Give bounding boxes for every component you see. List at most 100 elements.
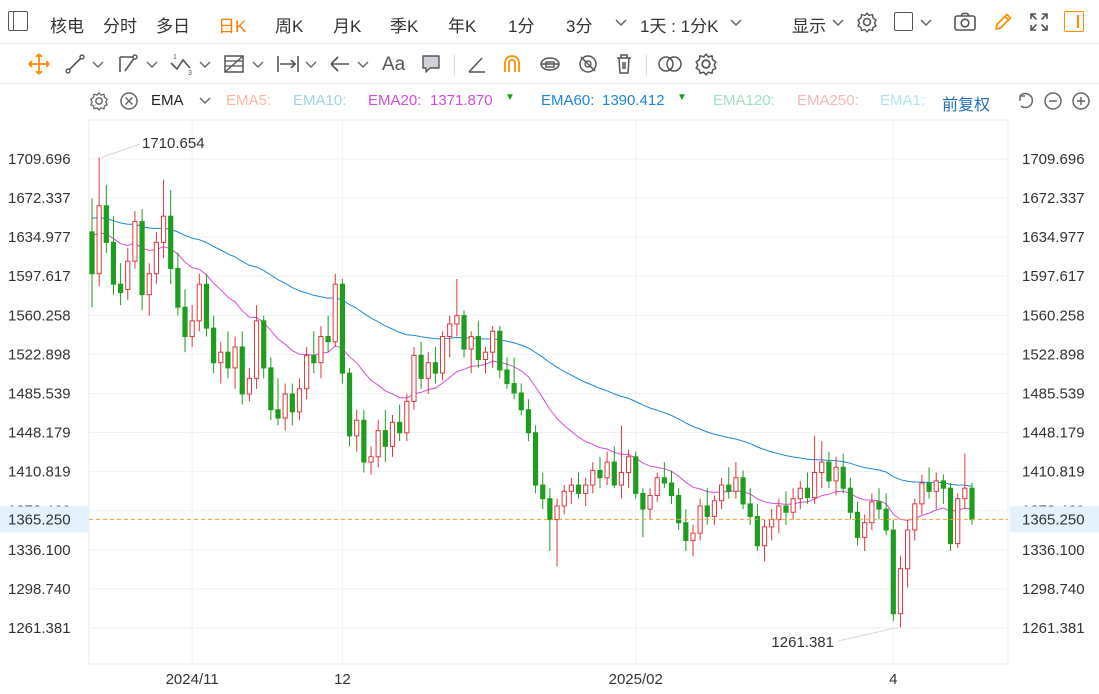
y-tick-label-right: 1448.179 (1022, 425, 1085, 442)
candle (711, 495, 718, 525)
comment-bubble-icon[interactable] (420, 53, 442, 75)
candle (461, 310, 467, 358)
high-leader-line (100, 143, 141, 159)
trash-icon[interactable] (613, 52, 635, 76)
fullscreen-icon[interactable] (1028, 11, 1050, 33)
candle-body (926, 482, 932, 492)
candle (883, 493, 889, 536)
y-tick-label-right: 1709.696 (1022, 151, 1085, 168)
candle (339, 278, 346, 384)
wave-chevron-icon[interactable] (199, 60, 211, 70)
interval-chevron-icon[interactable] (729, 16, 743, 28)
tab-quarterly-k[interactable]: 季K (390, 12, 418, 37)
text-tool-icon[interactable]: Aa (382, 54, 405, 76)
fibonacci-tool-icon[interactable] (222, 52, 248, 76)
candles (89, 157, 975, 628)
zoom-in-icon[interactable] (1071, 91, 1091, 111)
layout-square-icon[interactable] (894, 12, 913, 31)
y-tick-label-right: 1298.740 (1022, 581, 1085, 598)
candle-body (468, 336, 474, 350)
arrow-tool-icon[interactable] (328, 54, 352, 74)
hide-drawings-icon[interactable] (576, 52, 600, 76)
trend-line-icon[interactable] (64, 53, 86, 75)
candle (525, 399, 532, 442)
candle (325, 315, 331, 353)
candle (318, 326, 324, 379)
tab-multi-day[interactable]: 多日 (156, 12, 190, 37)
candle-body (139, 220, 145, 296)
candle-body (354, 419, 360, 437)
candle (211, 315, 217, 374)
measure-range-icon[interactable] (275, 53, 301, 75)
indicator-settings-gear-icon[interactable] (89, 91, 109, 111)
tab-yearly-k[interactable]: 年K (448, 12, 476, 37)
candle-body (146, 273, 152, 296)
candle (218, 341, 224, 384)
wave-pattern-icon[interactable]: 13 (168, 51, 196, 77)
layout-chevron-icon[interactable] (919, 16, 933, 28)
ema20-label: EMA20: (368, 92, 422, 109)
candle (289, 383, 295, 426)
tab-nuclear-power[interactable]: 核电 (50, 12, 84, 37)
magnet-icon[interactable] (500, 52, 524, 76)
candle (404, 394, 410, 442)
candle (840, 453, 846, 494)
sidebar-toggle-icon[interactable] (8, 11, 28, 31)
indicator-legend: EMA EMA5: EMA10: EMA20: 1371.870 ▼ EMA60… (0, 88, 1099, 114)
candle-body (397, 421, 403, 434)
pencil-icon[interactable] (992, 11, 1014, 33)
candle-body (196, 283, 202, 322)
ema60-down-arrow-icon: ▼ (677, 92, 687, 103)
interval-selector[interactable]: 1天 : 1分K (640, 12, 718, 37)
more-periods-chevron-icon[interactable] (614, 16, 628, 28)
tab-monthly-k[interactable]: 月K (333, 12, 361, 37)
undo-icon[interactable] (1015, 91, 1035, 111)
polyline-chevron-icon[interactable] (146, 60, 158, 70)
tab-3min[interactable]: 3分 (566, 12, 592, 37)
candle-body (418, 354, 424, 379)
compare-circles-icon[interactable] (656, 53, 684, 75)
candle-body (761, 526, 768, 547)
candle (361, 409, 367, 473)
price-adjust-toggle[interactable]: 前复权 (942, 91, 990, 115)
candle-body (704, 505, 710, 517)
candle-body (919, 482, 925, 505)
tab-intraday[interactable]: 分时 (103, 12, 137, 37)
arrow-chevron-icon[interactable] (357, 60, 369, 70)
display-chevron-icon[interactable] (831, 16, 845, 28)
tab-1min[interactable]: 1分 (508, 12, 534, 37)
tab-daily-k[interactable]: 日K (218, 12, 246, 37)
candle (96, 157, 102, 287)
tab-weekly-k[interactable]: 周K (275, 12, 303, 37)
drawing-toolbar: 13 Aa (0, 44, 1099, 84)
candle-body (318, 336, 324, 364)
candlestick-chart[interactable]: 1709.696 1672.337 1634.977 1597.617 1560.258… (0, 118, 1099, 694)
candle (139, 208, 145, 311)
candle (389, 414, 396, 457)
fibonacci-chevron-icon[interactable] (252, 60, 264, 70)
camera-icon[interactable] (953, 11, 977, 33)
indicator-close-icon[interactable] (119, 91, 139, 111)
display-menu[interactable]: 显示 (792, 12, 826, 37)
drawing-settings-gear-icon[interactable] (694, 52, 718, 76)
right-panel-toggle-icon[interactable] (1064, 11, 1084, 32)
trend-line-chevron-icon[interactable] (92, 60, 104, 70)
candle (575, 472, 582, 499)
ruler-angle-icon[interactable] (466, 53, 488, 75)
zoom-out-icon[interactable] (1043, 91, 1063, 111)
candle-body (153, 241, 159, 275)
candle-body (304, 354, 310, 390)
candle (826, 451, 832, 489)
candle-body (389, 421, 396, 447)
lock-drawing-icon[interactable] (538, 52, 562, 76)
period-toolbar: 核电 分时 多日 日K 周K 月K 季K 年K 1分 3分 1天 : 1分K 显… (0, 0, 1099, 44)
move-cross-icon[interactable] (26, 52, 52, 76)
candle (411, 346, 417, 410)
candle-body (897, 568, 904, 615)
candle (425, 352, 431, 395)
measure-chevron-icon[interactable] (305, 60, 317, 70)
indicator-chevron-icon[interactable] (198, 96, 212, 106)
settings-gear-icon[interactable] (856, 11, 878, 33)
candle-body (511, 383, 517, 394)
polyline-tool-icon[interactable] (116, 53, 140, 75)
